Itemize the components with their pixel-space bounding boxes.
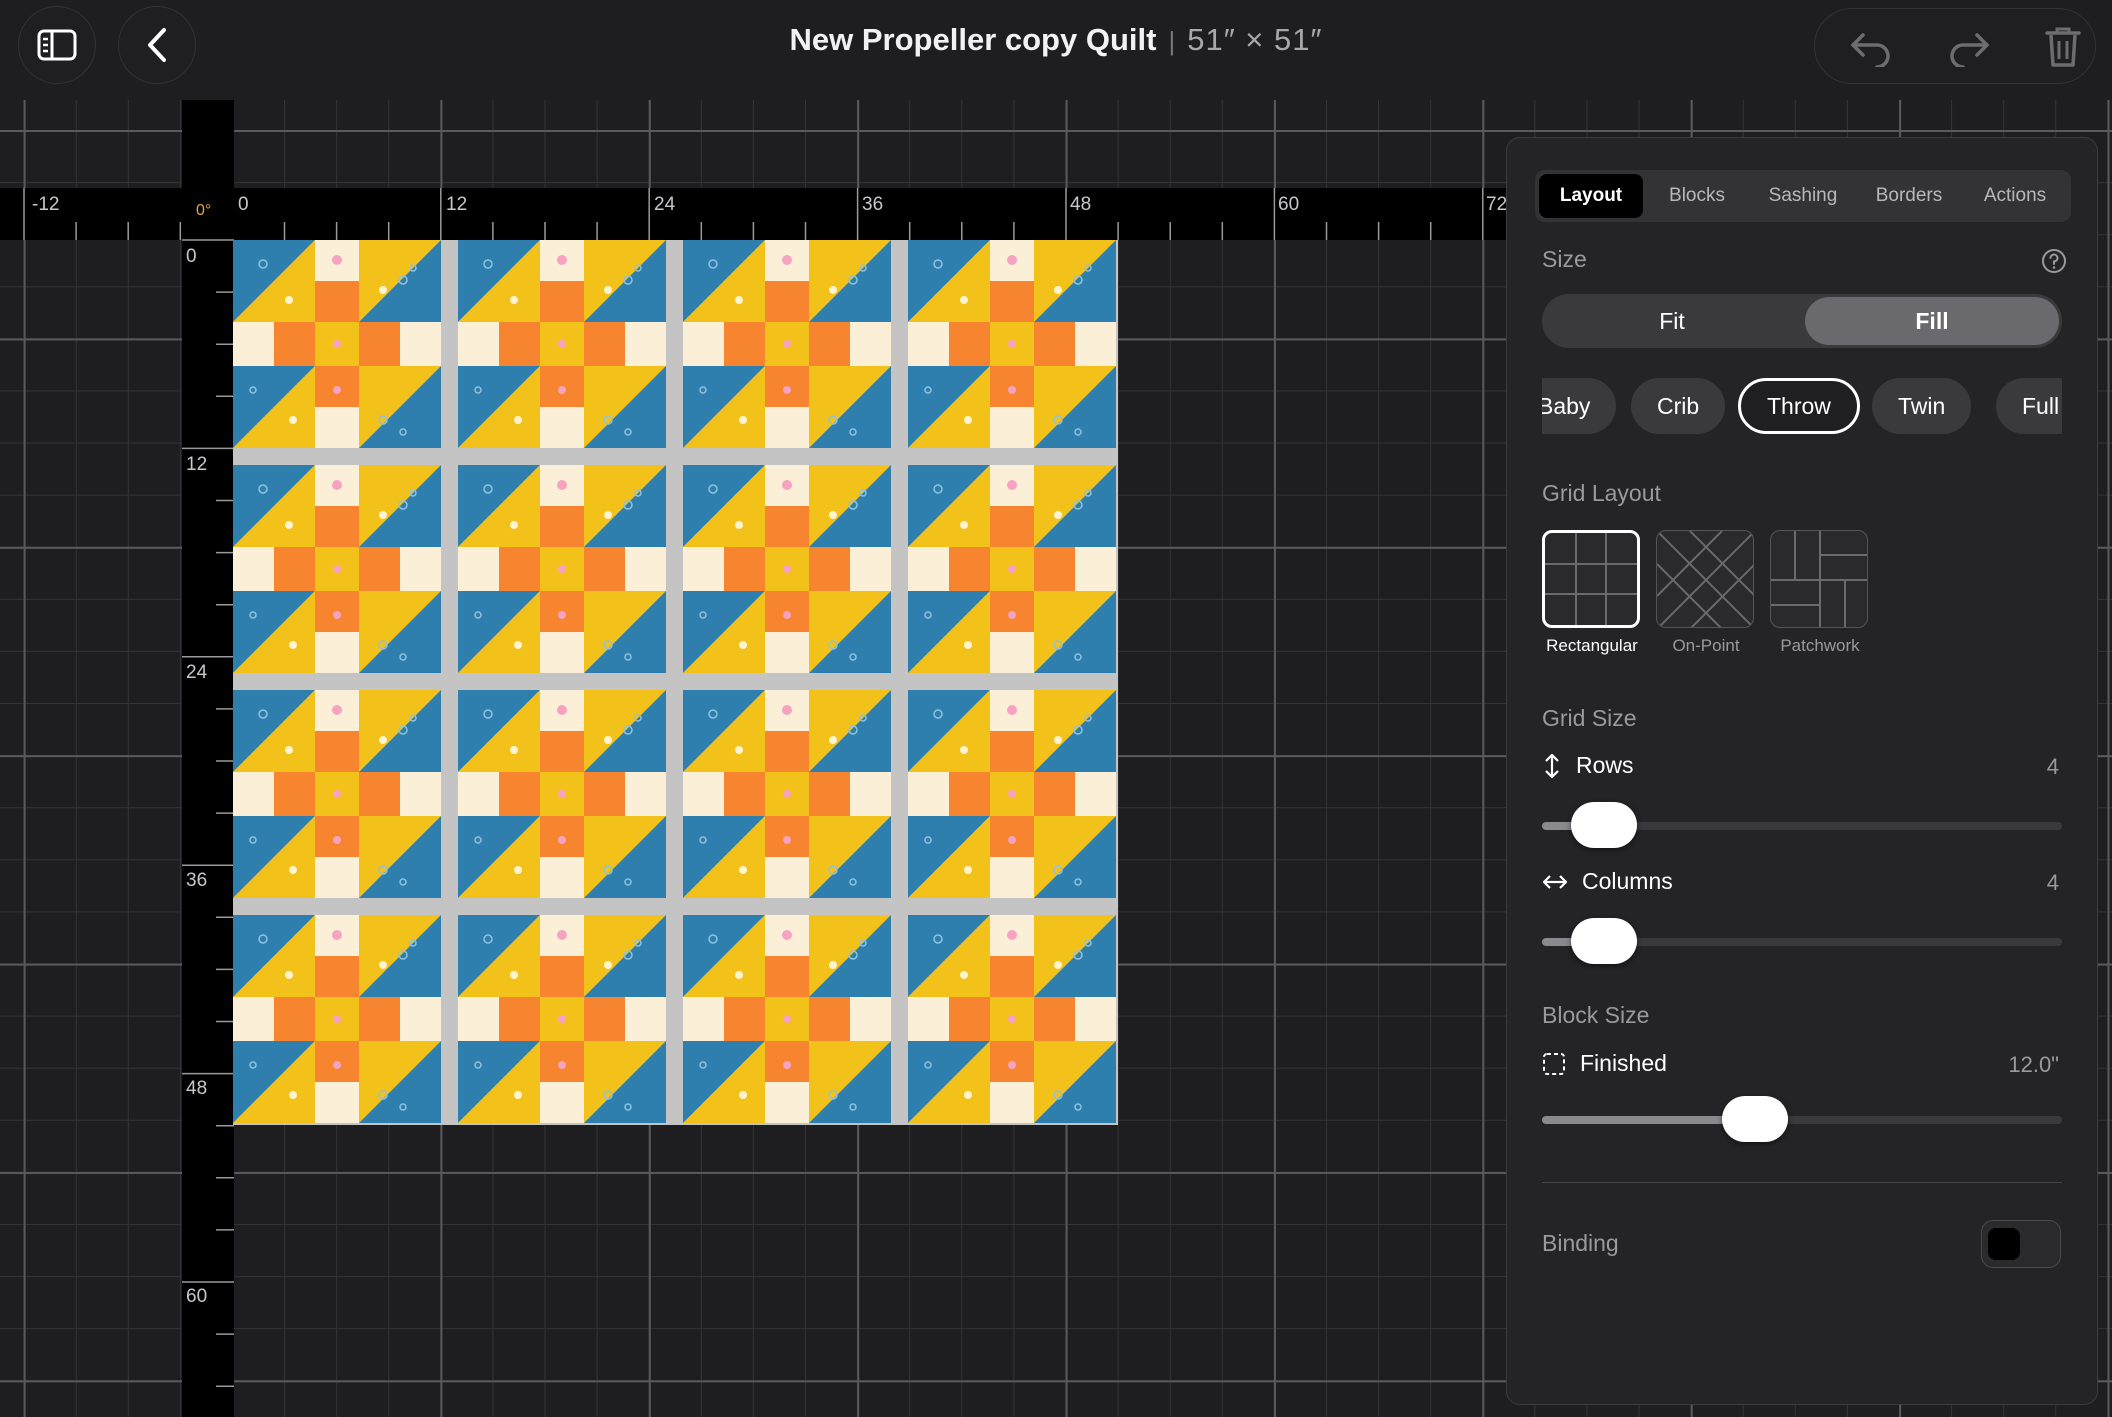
preset-baby[interactable]: Baby <box>1542 378 1617 434</box>
quilt-block[interactable] <box>682 239 892 449</box>
quilt-title: New Propeller copy Quilt <box>789 22 1157 57</box>
vruler-label: 48 <box>186 1078 208 1099</box>
quilt-block[interactable] <box>232 464 442 674</box>
tab-actions[interactable]: Actions <box>1963 174 2067 218</box>
patchwork-grid-icon <box>1770 530 1868 628</box>
quilt-preview[interactable] <box>232 239 1118 1125</box>
quilt-block[interactable] <box>457 464 667 674</box>
hruler-label: 36 <box>862 194 884 215</box>
quilt-block[interactable] <box>682 689 892 899</box>
block-size-slider[interactable] <box>1542 1096 2062 1142</box>
quilt-block[interactable] <box>907 689 1117 899</box>
arrows-horizontal-icon <box>1542 874 1568 889</box>
on-point-grid-icon <box>1656 530 1754 628</box>
finished-label: Finished <box>1580 1050 1667 1076</box>
tab-blocks[interactable]: Blocks <box>1645 174 1749 218</box>
rows-label: Rows <box>1576 752 1634 778</box>
binding-color-swatch[interactable] <box>1981 1220 2061 1268</box>
columns-slider-thumb[interactable] <box>1571 918 1638 964</box>
finished-row: Finished <box>1542 1050 1667 1077</box>
rectangular-grid-icon <box>1542 530 1640 628</box>
grid-layout-heading: Grid Layout <box>1542 480 1661 506</box>
panel-divider <box>1542 1182 2062 1183</box>
grid-option-patchwork[interactable]: Patchwork <box>1770 530 1870 656</box>
quilt-block[interactable] <box>457 689 667 899</box>
grid-size-heading: Grid Size <box>1542 705 1637 731</box>
vruler-label: 36 <box>186 870 208 891</box>
hruler-label: 24 <box>654 194 676 215</box>
tab-sashing[interactable]: Sashing <box>1751 174 1855 218</box>
quilt-block[interactable] <box>907 239 1117 449</box>
fill-option[interactable]: Fill <box>1805 297 2059 345</box>
quilt-block[interactable] <box>457 914 667 1124</box>
block-size-heading: Block Size <box>1542 1002 1650 1028</box>
rows-slider[interactable] <box>1542 802 2062 848</box>
tab-borders[interactable]: Borders <box>1857 174 1961 218</box>
hruler-label: 12 <box>446 194 468 215</box>
rows-slider-thumb[interactable] <box>1571 802 1638 848</box>
delete-button[interactable] <box>2039 23 2087 71</box>
arrows-vertical-icon <box>1545 753 1559 778</box>
finished-value: 12.0" <box>2008 1052 2059 1077</box>
binding-heading: Binding <box>1542 1230 1619 1256</box>
history-actions <box>1814 8 2096 84</box>
dashed-square-icon <box>1543 1052 1565 1075</box>
vruler-label: 0 <box>186 246 197 267</box>
vruler-label: 60 <box>186 1286 208 1307</box>
hruler-label: 48 <box>1070 194 1092 215</box>
columns-row: Columns <box>1542 868 1673 895</box>
preset-throw[interactable]: Throw <box>1738 378 1860 434</box>
redo-icon <box>1950 33 1989 67</box>
vruler-label: 24 <box>186 662 208 683</box>
preset-twin[interactable]: Twin <box>1872 378 1972 434</box>
help-circle-icon <box>2042 249 2066 273</box>
quilt-block[interactable] <box>232 689 442 899</box>
tab-layout[interactable]: Layout <box>1539 174 1643 218</box>
layout-panel: Layout Blocks Sashing Borders Actions Si… <box>1506 137 2098 1405</box>
quilt-title-bar: New Propeller copy Quilt | 51″ × 51″ <box>0 22 2112 58</box>
vertical-ruler: 0 12 24 36 48 60 <box>182 100 234 1417</box>
quilt-block[interactable] <box>232 239 442 449</box>
trash-icon <box>2045 27 2081 67</box>
columns-slider[interactable] <box>1542 918 2062 964</box>
panel-tabs: Layout Blocks Sashing Borders Actions <box>1535 170 2071 222</box>
hruler-label: 60 <box>1278 194 1300 215</box>
size-heading: Size <box>1542 246 1587 272</box>
quilt-block[interactable] <box>682 464 892 674</box>
grid-option-rectangular[interactable]: Rectangular <box>1542 530 1642 656</box>
quilt-block[interactable] <box>457 239 667 449</box>
quilt-dimensions: 51″ × 51″ <box>1187 22 1323 57</box>
hruler-label: -12 <box>32 194 60 215</box>
grid-option-on-point[interactable]: On-Point <box>1656 530 1756 656</box>
quilt-block[interactable] <box>682 914 892 1124</box>
title-separator: | <box>1168 26 1176 56</box>
vertical-ruler-ticks <box>182 239 234 1387</box>
quilt-block[interactable] <box>907 464 1117 674</box>
hruler-label: 0 <box>238 194 249 215</box>
columns-value: 4 <box>2046 870 2059 895</box>
quilt-block[interactable] <box>232 914 442 1124</box>
rotation-angle: 0° <box>196 202 212 219</box>
size-presets: Baby Crib Throw Twin Full <box>1542 374 2062 438</box>
binding-color-chip <box>1988 1228 2020 1260</box>
patchwork-label: Patchwork <box>1780 636 1860 655</box>
block-size-slider-thumb[interactable] <box>1722 1096 1789 1142</box>
rows-value: 4 <box>2046 754 2059 779</box>
rows-row: Rows <box>1542 752 1634 779</box>
columns-label: Columns <box>1582 868 1673 894</box>
top-bar: New Propeller copy Quilt | 51″ × 51″ <box>0 0 2112 100</box>
help-button[interactable] <box>2041 248 2067 279</box>
hruler-label: 72 <box>1486 194 1508 215</box>
quilt-block[interactable] <box>907 914 1117 1124</box>
preset-crib[interactable]: Crib <box>1631 378 1726 434</box>
redo-button[interactable] <box>1945 23 1993 71</box>
undo-button[interactable] <box>1847 23 1895 71</box>
fit-option[interactable]: Fit <box>1545 297 1799 345</box>
undo-icon <box>1851 33 1890 67</box>
vruler-label: 12 <box>186 454 208 475</box>
fit-fill-toggle: Fit Fill <box>1542 294 2062 348</box>
preset-full[interactable]: Full <box>1996 378 2062 434</box>
